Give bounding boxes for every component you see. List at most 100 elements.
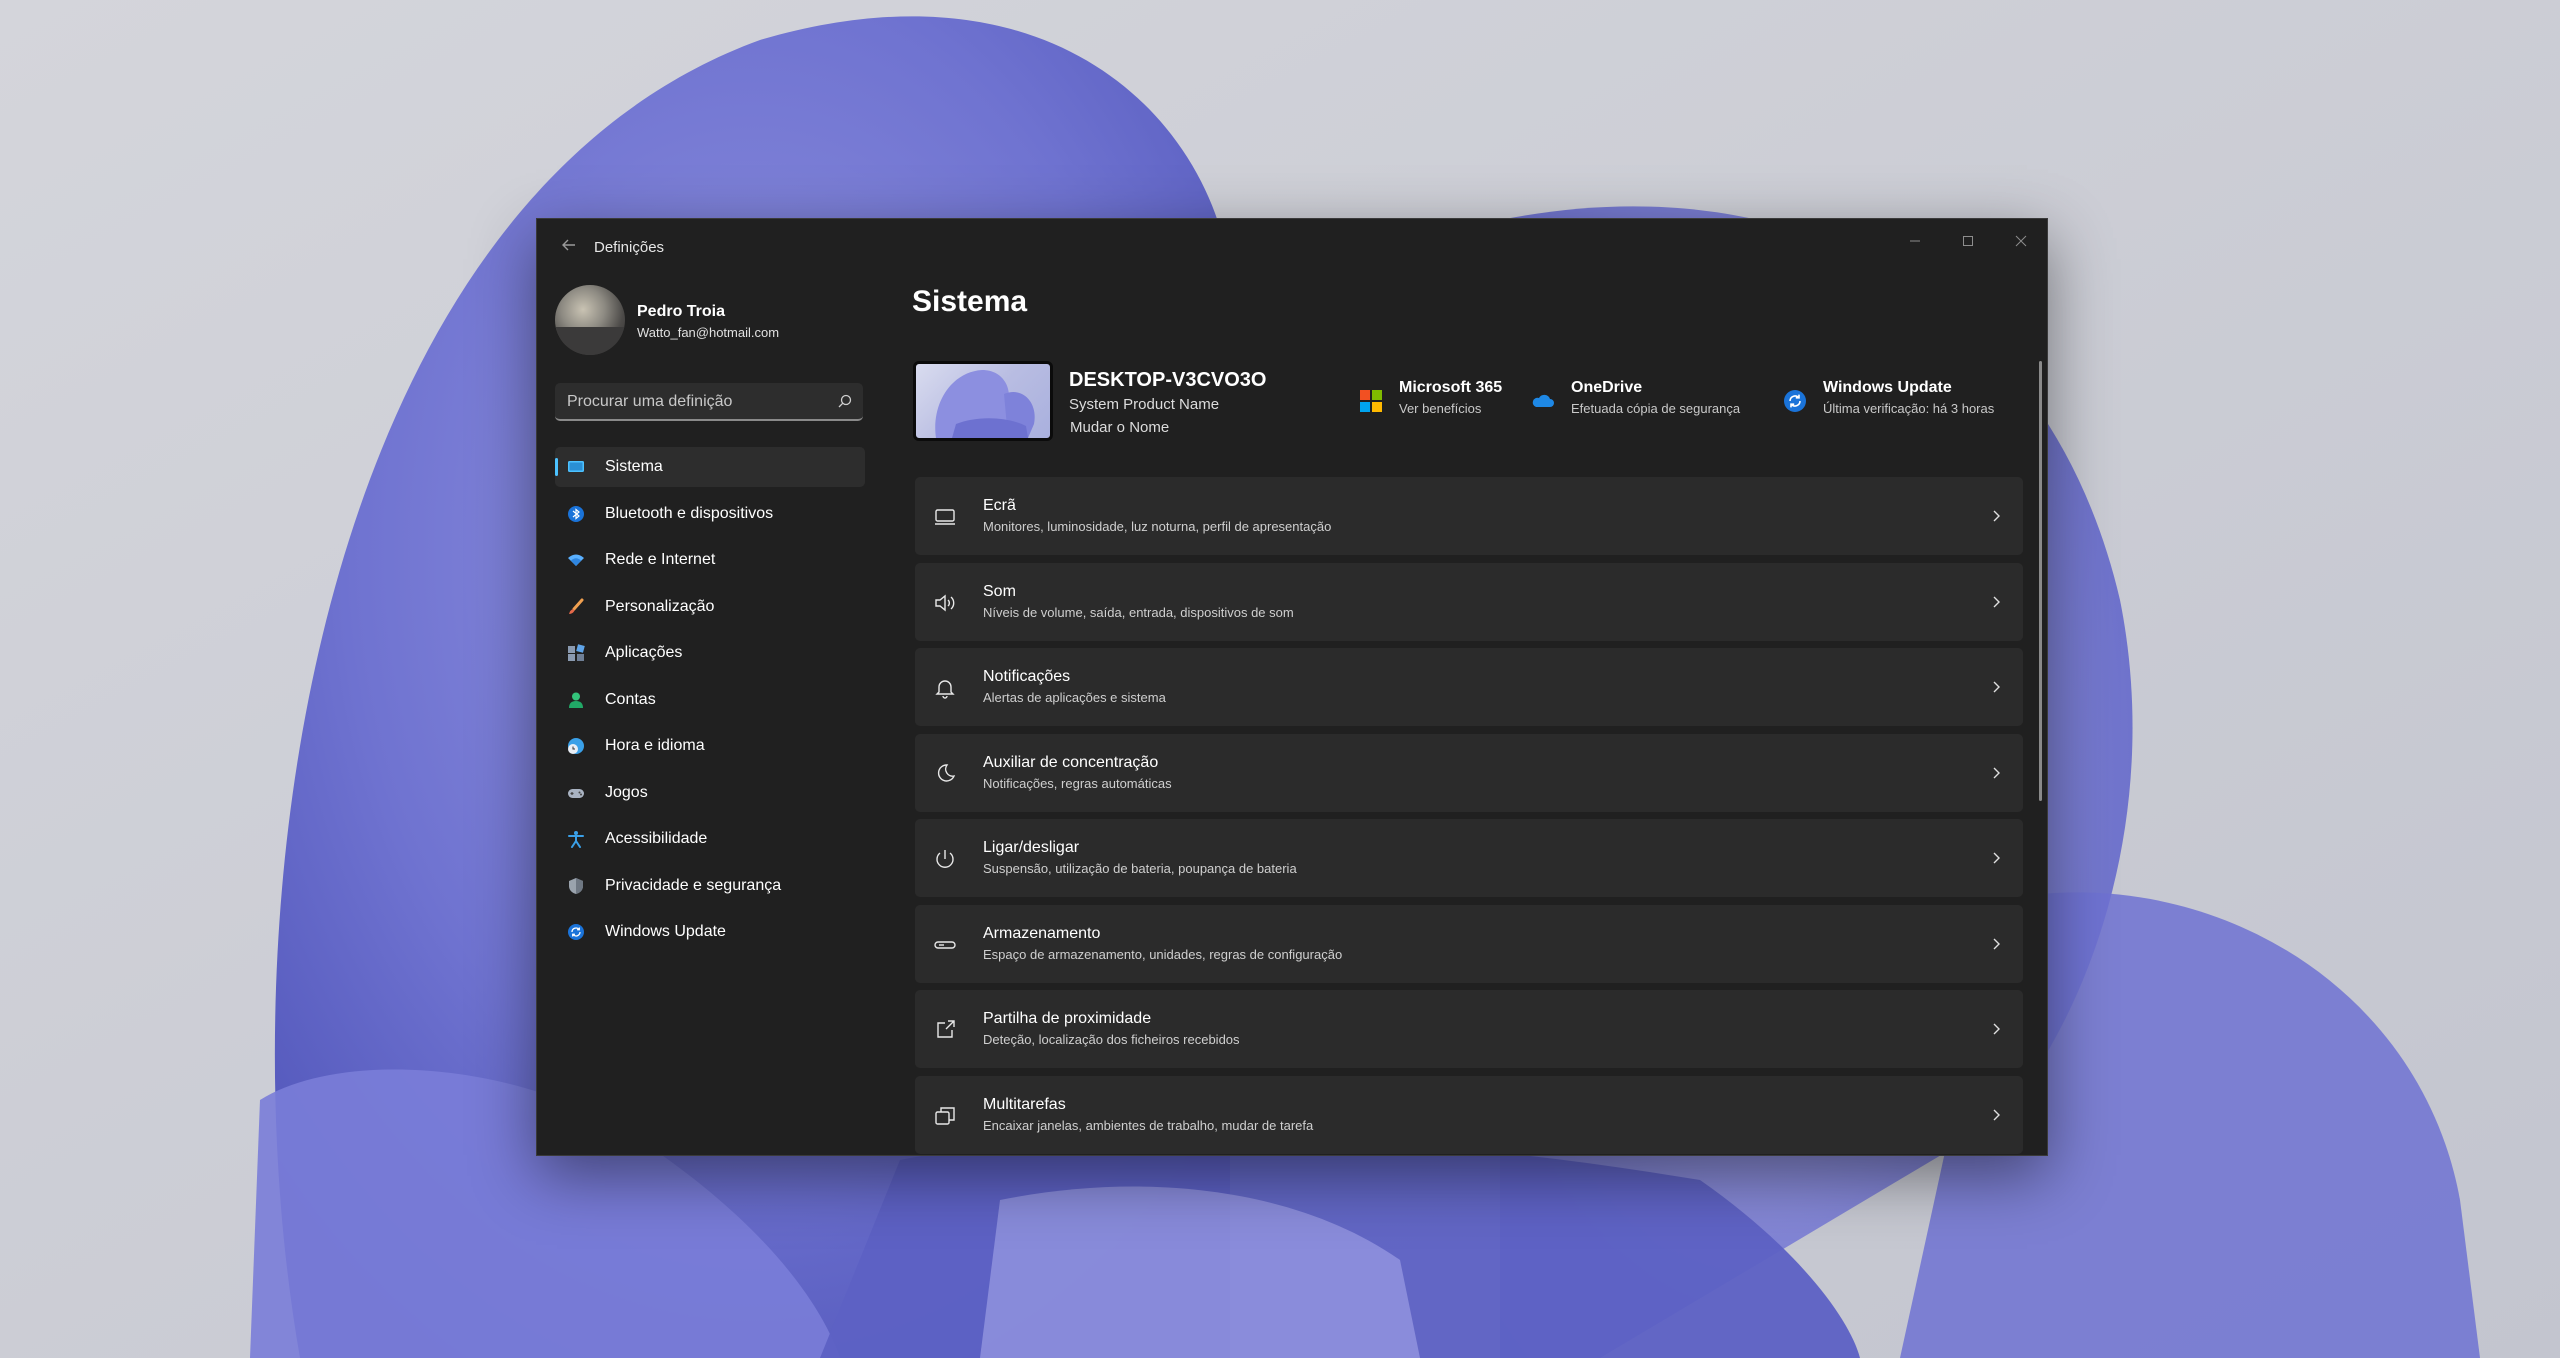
back-button[interactable]	[555, 235, 583, 259]
app-title: Definições	[594, 239, 665, 256]
setting-row-partilha[interactable]: Partilha de proximidade Deteção, localiz…	[915, 990, 2023, 1068]
moon-icon	[937, 763, 956, 782]
sidebar-item-hora[interactable]: Hora e idioma	[555, 726, 865, 766]
status-subtitle: Última verificação: há 3 horas	[1823, 401, 1995, 416]
setting-row-som[interactable]: Som Níveis de volume, saída, entrada, di…	[915, 562, 2023, 641]
setting-title: Ecrã	[983, 497, 1016, 514]
avatar	[555, 285, 625, 355]
bell-icon	[935, 680, 955, 699]
sidebar-item-label: Sistema	[605, 458, 663, 475]
gamepad-icon	[568, 788, 584, 798]
setting-title: Som	[983, 582, 1016, 600]
setting-subtitle: Espaço de armazenamento, unidades, regra…	[983, 946, 1343, 962]
user-email: Watto_fan@hotmail.com	[637, 325, 780, 340]
display-icon	[935, 509, 955, 525]
sidebar-item-rede[interactable]: Rede e Internet	[555, 540, 865, 580]
share-icon	[937, 1020, 955, 1038]
close-button[interactable]	[1995, 227, 2047, 259]
chevron-right-icon	[1993, 681, 2000, 693]
sidebar-item-contas[interactable]: Contas	[555, 680, 865, 720]
setting-title: Ligar/desligar	[983, 839, 1080, 856]
person-icon	[569, 692, 583, 708]
minimize-icon	[1910, 240, 1920, 242]
search-box	[555, 383, 863, 421]
sidebar-item-label: Rede e Internet	[605, 551, 716, 568]
sidebar-item-label: Privacidade e segurança	[605, 876, 782, 894]
monitor-icon	[568, 461, 584, 472]
status-subtitle: Efetuada cópia de segurança	[1571, 401, 1741, 416]
setting-row-ligar-desligar[interactable]: Ligar/desligar Suspensão, utilização de …	[915, 819, 2023, 897]
scrollbar[interactable]	[2039, 361, 2042, 801]
sidebar-item-jogos[interactable]: Jogos	[555, 773, 865, 813]
sidebar-item-acessibilidade[interactable]: Acessibilidade	[555, 819, 865, 859]
settings-list: Ecrã Monitores, luminosidade, luz noturn…	[915, 477, 2023, 1155]
device-thumbnail	[913, 361, 1053, 441]
sidebar-item-personalizacao[interactable]: Personalização	[555, 587, 865, 627]
accessibility-icon	[568, 831, 584, 848]
setting-subtitle: Monitores, luminosidade, luz noturna, pe…	[983, 519, 1332, 534]
sidebar-item-aplicacoes[interactable]: Aplicações	[555, 633, 865, 673]
apps-icon	[568, 644, 585, 661]
update-icon	[1784, 390, 1806, 412]
power-icon	[936, 850, 954, 868]
setting-title: Notificações	[983, 668, 1071, 685]
brush-icon	[569, 598, 584, 614]
search-icon[interactable]	[837, 393, 853, 409]
setting-subtitle: Encaixar janelas, ambientes de trabalho,…	[983, 1117, 1314, 1133]
sidebar-item-label: Aplicações	[605, 644, 683, 661]
chevron-right-icon	[1993, 1023, 2000, 1035]
wifi-icon	[568, 554, 584, 566]
title-bar: Definições	[537, 219, 2047, 275]
setting-title: Partilha de proximidade	[983, 1010, 1152, 1027]
chevron-right-icon	[1993, 852, 2000, 864]
setting-title: Multitarefas	[983, 1095, 1066, 1113]
sidebar-nav: Sistema Bluetooth e dispositivos Rede e …	[555, 447, 865, 959]
setting-subtitle: Deteção, localização dos ficheiros receb…	[983, 1032, 1240, 1047]
setting-subtitle: Níveis de volume, saída, entrada, dispos…	[983, 604, 1294, 620]
rename-link[interactable]: Mudar o Nome	[1070, 419, 1169, 436]
sidebar-item-label: Jogos	[605, 783, 648, 801]
setting-row-armazenamento[interactable]: Armazenamento Espaço de armazenamento, u…	[915, 904, 2023, 983]
sidebar-item-privacidade[interactable]: Privacidade e segurança	[555, 866, 865, 906]
sidebar-item-sistema[interactable]: Sistema	[555, 447, 865, 487]
sidebar-item-label: Contas	[605, 690, 656, 708]
status-title: Windows Update	[1823, 379, 1952, 396]
setting-row-notificacoes[interactable]: Notificações Alertas de aplicações e sis…	[915, 648, 2023, 726]
sidebar-item-label: Hora e idioma	[605, 737, 705, 754]
user-name: Pedro Troia	[637, 303, 726, 320]
globe-clock-icon	[568, 738, 584, 754]
chevron-right-icon	[1993, 938, 2000, 949]
setting-subtitle: Alertas de aplicações e sistema	[983, 690, 1166, 705]
maximize-button[interactable]	[1942, 227, 1994, 259]
chevron-right-icon	[1993, 596, 2000, 607]
sidebar-item-label: Bluetooth e dispositivos	[605, 504, 774, 522]
search-input[interactable]	[555, 383, 829, 421]
speaker-icon	[935, 594, 955, 611]
setting-title: Armazenamento	[983, 924, 1101, 942]
bluetooth-icon	[568, 505, 584, 522]
setting-subtitle: Notificações, regras automáticas	[983, 775, 1172, 791]
sidebar-item-label: Acessibilidade	[605, 830, 708, 847]
multitask-icon	[935, 1106, 955, 1125]
update-icon	[568, 924, 584, 940]
sidebar-item-label: Personalização	[605, 597, 715, 615]
sidebar-item-bluetooth[interactable]: Bluetooth e dispositivos	[555, 494, 865, 534]
chevron-right-icon	[1993, 1109, 2000, 1120]
shield-icon	[569, 877, 583, 894]
minimize-button[interactable]	[1889, 227, 1941, 259]
setting-row-concentracao[interactable]: Auxiliar de concentração Notificações, r…	[915, 733, 2023, 812]
sidebar-item-windows-update[interactable]: Windows Update	[555, 912, 865, 952]
user-profile[interactable]: Pedro Troia Watto_fan@hotmail.com	[555, 285, 875, 357]
device-model: System Product Name	[1069, 396, 1220, 413]
setting-row-multitarefas[interactable]: Multitarefas Encaixar janelas, ambientes…	[915, 1075, 2023, 1154]
back-arrow-icon	[562, 239, 575, 251]
close-icon	[2015, 235, 2027, 247]
setting-row-ecra[interactable]: Ecrã Monitores, luminosidade, luz noturn…	[915, 477, 2023, 555]
page-title: Sistema	[912, 285, 1028, 318]
wallpaper-thumbnail	[935, 370, 1035, 438]
settings-window: Definições Pedro Troia Watto_fan@hotmail…	[536, 218, 2048, 1156]
chevron-right-icon	[1993, 767, 2000, 778]
microsoft-logo-icon	[1360, 390, 1382, 412]
setting-subtitle: Suspensão, utilização de bateria, poupan…	[983, 861, 1297, 876]
status-subtitle: Ver benefícios	[1399, 401, 1482, 416]
